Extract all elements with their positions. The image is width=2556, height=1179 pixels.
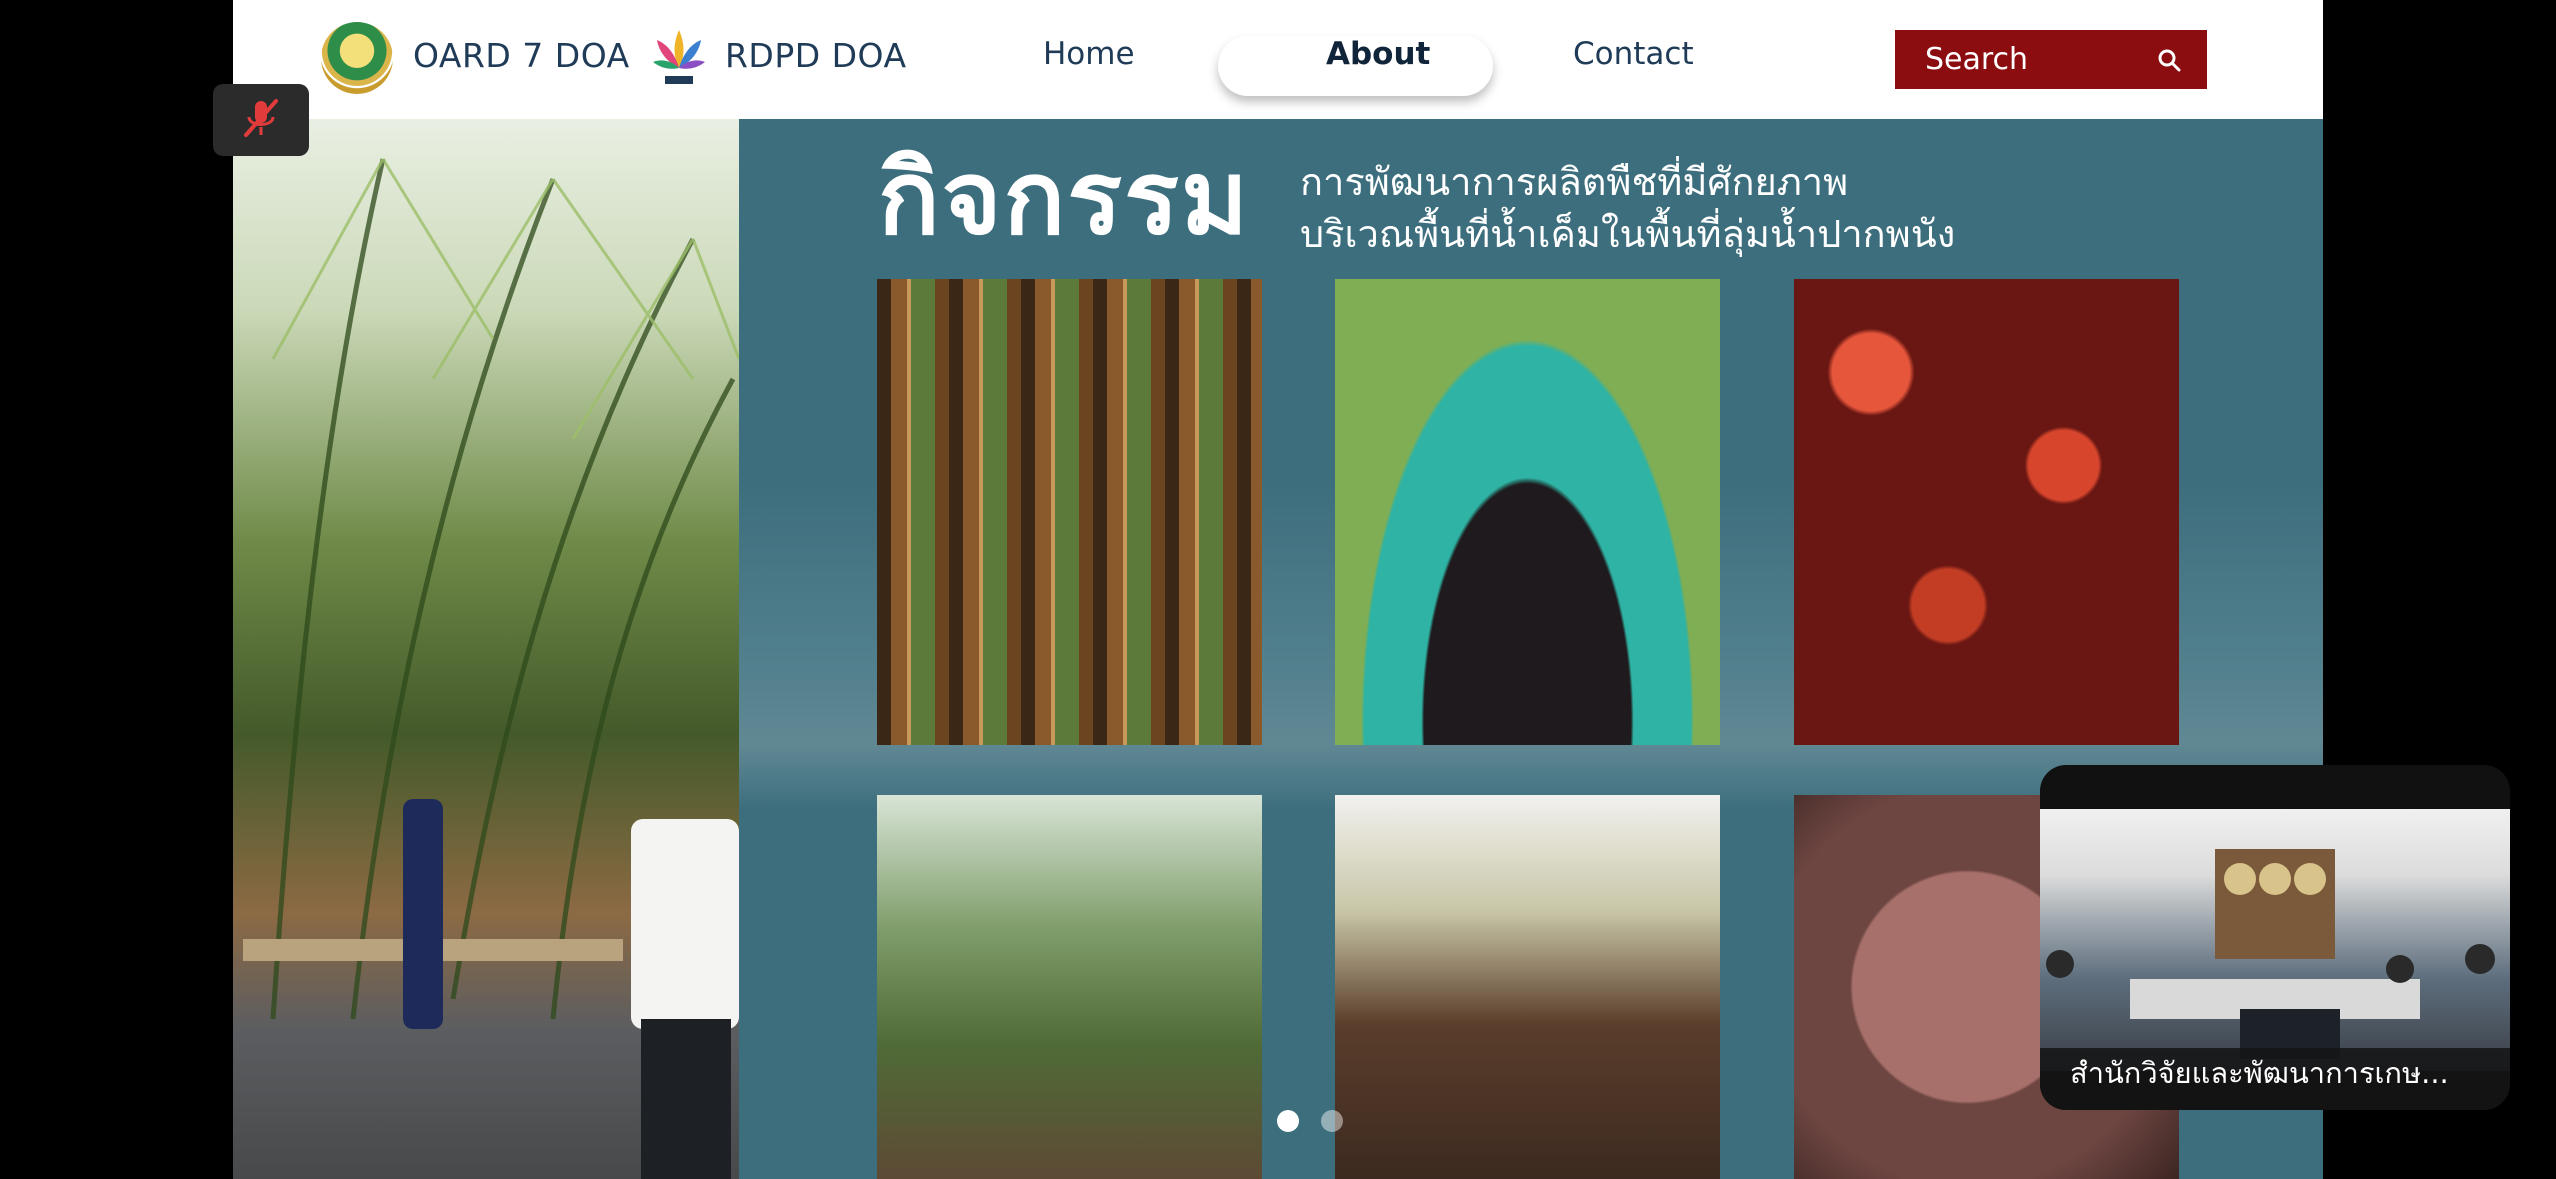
slide-subtitle-line-1: การพัฒนาการผลิตพืชที่มีศักยภาพ [1300, 160, 1849, 204]
photo-red-fruits [1794, 279, 2179, 745]
slide-title: กิจกรรม [878, 139, 1251, 258]
mic-muted-indicator[interactable] [213, 84, 309, 156]
nav-home[interactable]: Home [1043, 36, 1135, 72]
mic-muted-icon [238, 95, 284, 145]
participant-video-feed [2040, 809, 2510, 1071]
slider-dot-1[interactable] [1277, 1110, 1299, 1132]
search-icon [2157, 48, 2181, 72]
photo-palm-forest [877, 795, 1262, 1179]
photo-root-sticks [877, 279, 1262, 745]
rdpd-emblem-icon [643, 22, 715, 94]
slider-dot-2[interactable] [1321, 1110, 1343, 1132]
brand-oard[interactable]: OARD 7 DOA [413, 36, 630, 75]
participant-video-tile[interactable]: สำนักวิจัยและพัฒนาการเกษ... [2040, 765, 2510, 1110]
site-navbar: OARD 7 DOA RDPD DOA Home About Contact S… [233, 0, 2323, 119]
nav-contact[interactable]: Contact [1573, 36, 1694, 72]
palm-walkway-photo [233, 119, 739, 1179]
presentation-slide: OARD 7 DOA RDPD DOA Home About Contact S… [233, 0, 2323, 1179]
search-button[interactable]: Search [1895, 30, 2207, 89]
search-label: Search [1925, 42, 2029, 77]
photo-seed-basket [1335, 279, 1720, 745]
nav-about[interactable]: About [1326, 36, 1430, 72]
photo-flower-stalks [1335, 795, 1720, 1179]
oard-emblem-icon [321, 22, 393, 94]
participant-name: สำนักวิจัยและพัฒนาการเกษ... [2070, 1056, 2449, 1090]
slide-subtitle-line-2: บริเวณพื้นที่น้ำเค็มในพื้นที่ลุ่มน้ำปากพ… [1300, 212, 1956, 256]
brand-rdpd[interactable]: RDPD DOA [725, 36, 907, 75]
